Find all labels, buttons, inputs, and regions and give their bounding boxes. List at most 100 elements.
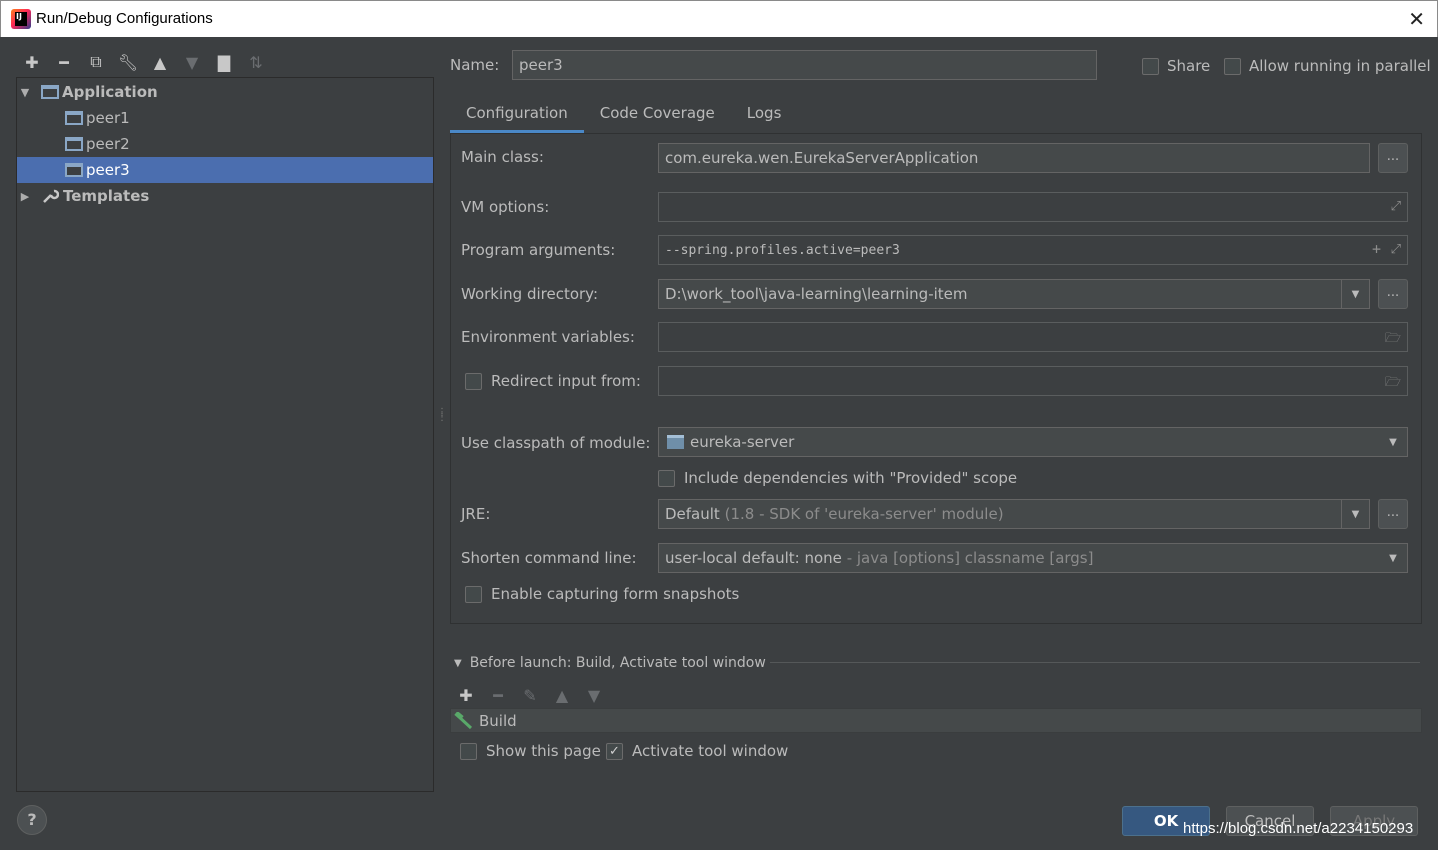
program-arguments-value: --spring.profiles.active=peer3 (665, 243, 900, 258)
help-button[interactable]: ? (17, 805, 47, 835)
vm-options-input[interactable]: ⤢ (658, 192, 1408, 222)
name-input[interactable]: peer3 (512, 50, 1097, 80)
browse-jre-button[interactable]: ... (1378, 499, 1408, 529)
configuration-tree: ▼ Application peer1 peer2 peer3 ▶ Templa… (16, 77, 434, 792)
application-config-icon (65, 163, 83, 177)
move-up-icon[interactable]: ▲ (144, 49, 176, 75)
tree-label: peer3 (86, 161, 130, 179)
expanded-arrow-icon[interactable]: ▼ (17, 86, 33, 99)
chevron-down-icon[interactable]: ▼ (1341, 500, 1369, 528)
add-icon[interactable]: ✚ (16, 49, 48, 75)
shorten-command-line-label: Shorten command line: (461, 549, 637, 567)
list-item[interactable]: Build (479, 712, 517, 730)
application-config-icon (65, 111, 83, 125)
config-toolbar: ✚ ━ ⧉ 🔧︎ ▲ ▼ ▇ ⇅ (16, 48, 272, 76)
show-this-page-checkbox[interactable]: Show this page (460, 742, 601, 760)
expanded-arrow-icon[interactable]: ▼ (454, 658, 462, 669)
add-task-icon[interactable]: ✚ (450, 682, 482, 708)
chevron-down-icon[interactable]: ▼ (1379, 544, 1407, 572)
move-down-icon[interactable]: ▼ (176, 49, 208, 75)
remove-task-icon[interactable]: ━ (482, 682, 514, 708)
before-launch-toolbar: ✚ ━ ✎ ▲ ▼ (450, 682, 610, 708)
shorten-command-value: user-local default: none (665, 549, 842, 567)
chevron-down-icon[interactable]: ▼ (1379, 428, 1407, 456)
working-directory-label: Working directory: (461, 285, 599, 303)
chevron-down-icon[interactable]: ▼ (1341, 280, 1369, 308)
name-label: Name: (450, 56, 500, 74)
shorten-command-line-select[interactable]: user-local default: none - java [options… (658, 543, 1408, 573)
form-snapshots-checkbox[interactable]: Enable capturing form snapshots (465, 585, 739, 603)
tree-item-peer3[interactable]: peer3 (17, 157, 433, 183)
browse-main-class-button[interactable]: ... (1378, 143, 1408, 173)
activate-tool-window-checkbox[interactable]: ✓ Activate tool window (606, 742, 788, 760)
before-launch-header[interactable]: ▼ Before launch: Build, Activate tool wi… (454, 655, 766, 671)
jre-label: JRE: (461, 505, 491, 523)
wrench-icon[interactable]: 🔧︎ (112, 49, 144, 75)
checkbox-box[interactable] (460, 742, 477, 760)
sort-icon[interactable]: ⇅ (240, 49, 272, 75)
folder-icon[interactable]: 🗁︎ (1385, 373, 1401, 395)
classpath-module-label: Use classpath of module: (461, 434, 651, 452)
module-folder-icon (667, 435, 684, 449)
copy-icon[interactable]: ⧉ (80, 49, 112, 75)
share-checkbox[interactable]: Share (1142, 57, 1210, 75)
main-class-input[interactable]: com.eureka.wen.EurekaServerApplication (658, 143, 1370, 173)
include-provided-checkbox[interactable]: Include dependencies with "Provided" sco… (658, 469, 1017, 487)
environment-variables-input[interactable]: 🗁︎ (658, 322, 1408, 352)
classpath-module-select[interactable]: eureka-server ▼ (658, 427, 1408, 457)
tree-label: peer1 (86, 109, 130, 127)
working-directory-input[interactable]: D:\work_tool\java-learning\learning-item… (658, 279, 1370, 309)
tab-configuration[interactable]: Configuration (450, 98, 584, 133)
tab-bar: Configuration Code Coverage Logs (450, 98, 797, 133)
tree-node-templates[interactable]: ▶ Templates (17, 183, 433, 209)
checkbox-box[interactable] (465, 372, 482, 390)
edit-task-icon[interactable]: ✎ (514, 682, 546, 708)
panel-splitter[interactable]: ⋮ ⋮ (437, 408, 447, 430)
checkbox-box[interactable] (658, 469, 675, 487)
before-launch-title: Before launch: Build, Activate tool wind… (469, 655, 766, 671)
form-snapshots-label: Enable capturing form snapshots (491, 585, 740, 603)
jre-select[interactable]: Default (1.8 - SDK of 'eureka-server' mo… (658, 499, 1370, 529)
tab-logs[interactable]: Logs (731, 98, 798, 133)
working-directory-value: D:\work_tool\java-learning\learning-item (665, 285, 968, 303)
tree-label: peer2 (86, 135, 130, 153)
close-icon[interactable]: ✕ (1408, 7, 1425, 31)
shorten-command-detail: - java [options] classname [args] (846, 549, 1094, 567)
new-folder-icon[interactable]: ▇ (208, 49, 240, 75)
collapsed-arrow-icon[interactable]: ▶ (17, 190, 33, 203)
folder-icon[interactable]: 🗁︎ (1385, 329, 1401, 351)
move-up-icon[interactable]: ▲ (546, 682, 578, 708)
checkbox-box[interactable] (1142, 57, 1159, 75)
expand-icon[interactable]: ⤢ (1391, 199, 1401, 214)
redirect-input-label: Redirect input from: (491, 372, 641, 390)
program-arguments-input[interactable]: --spring.profiles.active=peer3 + ⤢ (658, 235, 1408, 265)
checkbox-box[interactable] (1224, 57, 1241, 75)
expand-icon[interactable]: ⤢ (1391, 242, 1401, 257)
share-label: Share (1167, 57, 1211, 75)
redirect-input-field[interactable]: 🗁︎ (658, 366, 1408, 396)
activate-tool-window-label: Activate tool window (632, 742, 789, 760)
checkbox-box[interactable] (465, 585, 482, 603)
insert-macro-icon[interactable]: + (1372, 240, 1381, 258)
before-launch-list: Build (450, 708, 1422, 733)
redirect-input-checkbox[interactable]: Redirect input from: (465, 372, 641, 390)
remove-icon[interactable]: ━ (48, 49, 80, 75)
watermark-text: https://blog.csdn.net/a2234150293 (1183, 820, 1414, 837)
tree-item-peer1[interactable]: peer1 (17, 105, 433, 131)
tree-item-peer2[interactable]: peer2 (17, 131, 433, 157)
application-config-icon (41, 85, 59, 99)
application-config-icon (65, 137, 83, 151)
intellij-icon: IJ (11, 9, 31, 29)
move-down-icon[interactable]: ▼ (578, 682, 610, 708)
jre-value: Default (665, 505, 720, 523)
divider (770, 662, 1420, 663)
hammer-icon (454, 711, 473, 729)
tree-node-application[interactable]: ▼ Application (17, 79, 433, 105)
checkbox-checked[interactable]: ✓ (606, 742, 623, 760)
tab-code-coverage[interactable]: Code Coverage (584, 98, 731, 133)
tree-label: Templates (63, 187, 150, 205)
browse-working-directory-button[interactable]: ... (1378, 279, 1408, 309)
tree-label: Application (62, 83, 158, 101)
allow-parallel-checkbox[interactable]: Allow running in parallel (1224, 57, 1431, 75)
title-bar: IJ Run/Debug Configurations ✕ (0, 0, 1438, 37)
